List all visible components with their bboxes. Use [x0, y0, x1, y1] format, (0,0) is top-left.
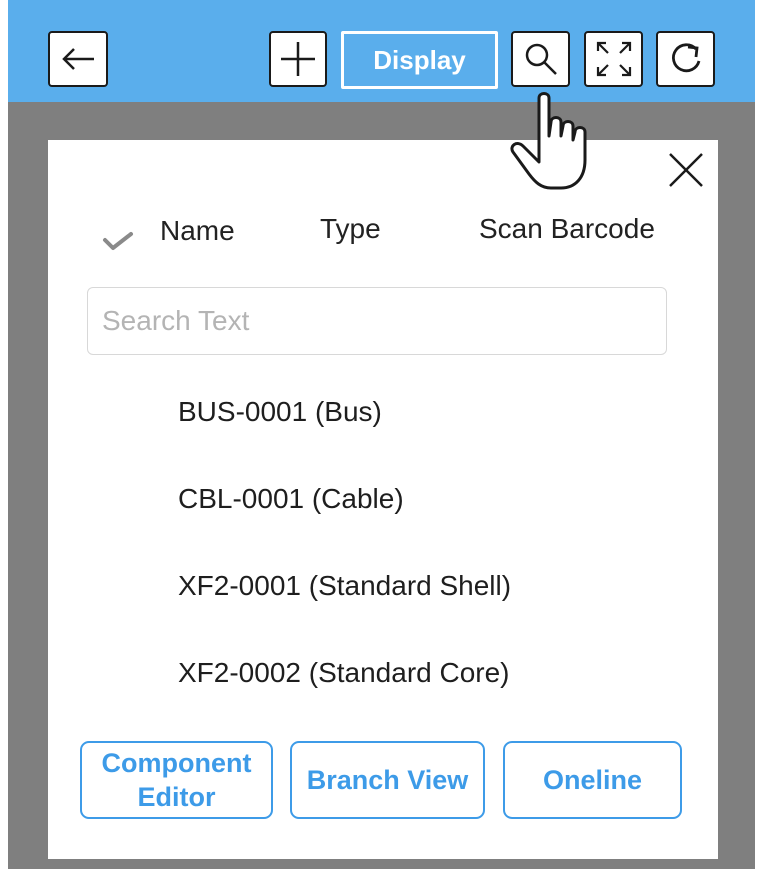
list-item[interactable]: XF2-0002 (Standard Core) [178, 657, 510, 689]
component-editor-button[interactable]: Component Editor [80, 741, 273, 819]
branch-view-button[interactable]: Branch View [290, 741, 485, 819]
back-arrow-icon [62, 48, 94, 70]
screen-edge-right [755, 0, 763, 869]
plus-icon [281, 42, 315, 76]
list-item[interactable]: BUS-0001 (Bus) [178, 396, 382, 428]
close-icon[interactable] [664, 148, 708, 192]
fullscreen-button[interactable] [584, 31, 643, 87]
search-button[interactable] [511, 31, 570, 87]
search-icon [525, 43, 557, 75]
scan-barcode-option[interactable]: Scan Barcode [479, 213, 655, 245]
refresh-icon [671, 43, 700, 73]
checkmark-icon [103, 232, 133, 250]
list-item[interactable]: CBL-0001 (Cable) [178, 483, 404, 515]
search-by-type-option[interactable]: Type [320, 213, 381, 245]
add-button[interactable] [269, 31, 327, 87]
back-button[interactable] [48, 31, 108, 87]
pointer-hand-icon [510, 92, 587, 190]
expand-icon [596, 41, 631, 77]
oneline-button[interactable]: Oneline [503, 741, 682, 819]
search-by-name-option[interactable]: Name [160, 215, 235, 247]
list-item[interactable]: XF2-0001 (Standard Shell) [178, 570, 511, 602]
refresh-button[interactable] [656, 31, 715, 87]
display-button[interactable]: Display [341, 31, 498, 89]
screen-edge-left [0, 0, 8, 869]
search-input[interactable] [87, 287, 667, 355]
